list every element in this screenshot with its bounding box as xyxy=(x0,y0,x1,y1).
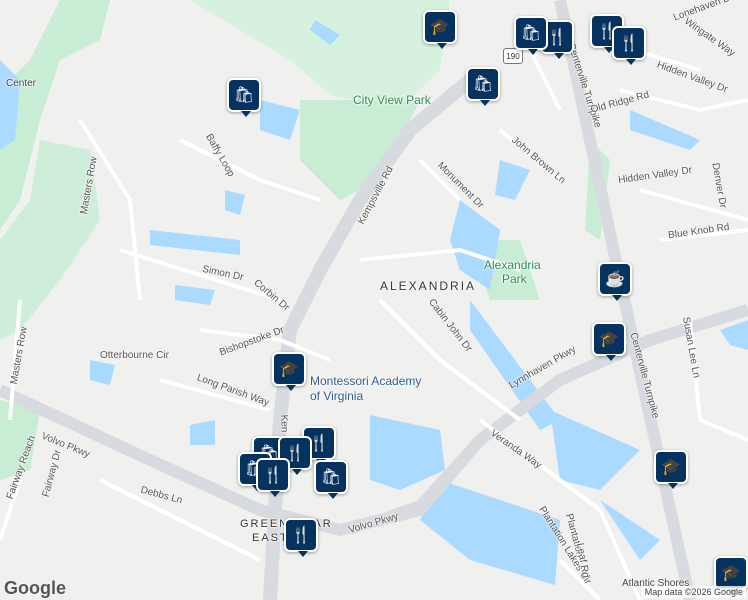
center-label: Center xyxy=(6,78,37,89)
map-base xyxy=(0,0,748,600)
map-view[interactable]: City View Park ALEXANDRIA Alexandria Par… xyxy=(0,0,748,600)
fork-knife-icon[interactable]: 🍴 xyxy=(256,458,290,497)
shopping-bag-icon[interactable]: 🛍 xyxy=(314,460,348,499)
google-logo: Google xyxy=(4,578,66,598)
route-190-shield: 190 xyxy=(503,48,523,64)
shopping-bag-icon[interactable]: 🛍 xyxy=(514,16,548,55)
alexandria-label: ALEXANDRIA xyxy=(380,279,477,293)
kempsville-short-label: Ken xyxy=(278,414,290,433)
fork-knife-icon[interactable]: 🍴 xyxy=(612,26,646,65)
alexandria-park-label-2: Park xyxy=(502,272,527,286)
coffee-cup-icon[interactable]: ☕ xyxy=(598,262,632,301)
school-icon[interactable]: 🎓 xyxy=(423,10,457,49)
shopping-bag-icon[interactable]: 🛍 xyxy=(466,67,500,106)
map-attribution: Map data ©2026 Google xyxy=(641,586,746,598)
school-icon[interactable]: 🎓 xyxy=(714,556,748,595)
city-view-park-label: City View Park xyxy=(353,93,431,107)
montessori-label-2: of Virginia xyxy=(310,389,364,403)
school-icon[interactable]: 🎓 xyxy=(654,450,688,489)
otterbourne-cir-label: Otterbourne Cir xyxy=(100,350,169,361)
school-icon[interactable]: 🎓 xyxy=(592,322,626,361)
shopping-bag-icon[interactable]: 🛍 xyxy=(227,78,261,117)
alexandria-park-label-1: Alexandria xyxy=(484,258,541,272)
montessori-label-1: Montessori Academy xyxy=(310,374,422,388)
school-icon[interactable]: 🎓 xyxy=(272,352,306,391)
fork-knife-icon[interactable]: 🍴 xyxy=(284,518,318,557)
